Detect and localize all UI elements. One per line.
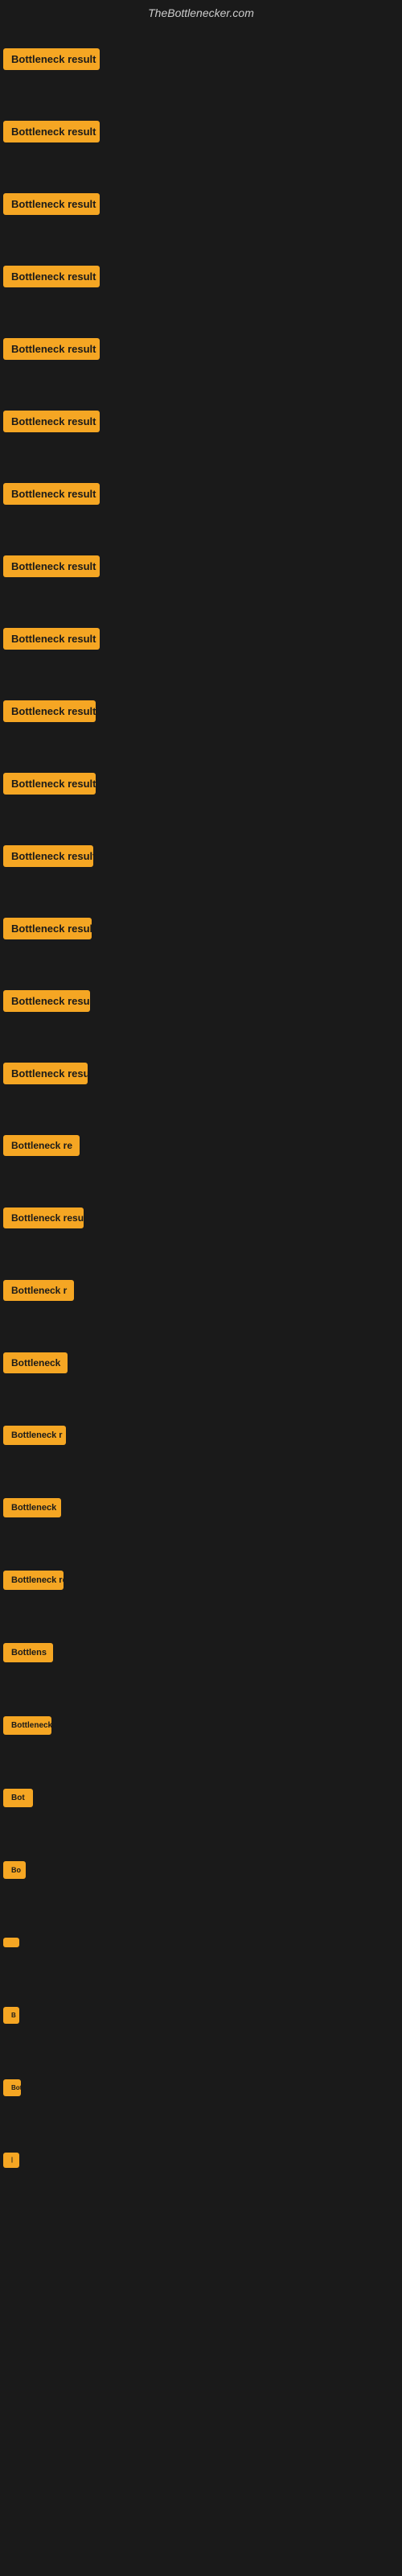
list-item: Bottleneck result	[0, 23, 402, 95]
bottleneck-badge[interactable]: Bottleneck result	[3, 121, 100, 142]
list-item: Bo	[0, 1834, 402, 1906]
bottleneck-badge[interactable]: Bott	[3, 2079, 21, 2096]
bottleneck-badge[interactable]: Bottleneck result	[3, 990, 90, 1012]
bottleneck-badge[interactable]: Bottleneck result	[3, 1208, 84, 1228]
list-item: Bottleneck res	[0, 1544, 402, 1616]
list-item: Bottlens	[0, 1616, 402, 1689]
list-item: Bottleneck r	[0, 1399, 402, 1472]
bottleneck-badge[interactable]: Bottleneck r	[3, 1280, 74, 1301]
list-item: Bottleneck result	[0, 964, 402, 1037]
list-item: Bottleneck result	[0, 892, 402, 964]
list-item: Bottleneck	[0, 1689, 402, 1761]
bottleneck-badge[interactable]: Bottleneck re	[3, 1135, 80, 1156]
bottleneck-badge[interactable]: |	[3, 2153, 19, 2168]
bottleneck-list: Bottleneck result Bottleneck result Bottle…	[0, 23, 402, 2196]
list-item: Bottleneck result	[0, 385, 402, 457]
bottleneck-badge[interactable]: Bottleneck result	[3, 918, 92, 939]
list-item: Bottleneck	[0, 1327, 402, 1399]
bottleneck-badge[interactable]: Bottleneck result	[3, 338, 100, 360]
bottleneck-badge[interactable]: Bo	[3, 1861, 26, 1879]
bottleneck-badge[interactable]: Bottleneck result	[3, 700, 96, 722]
bottleneck-badge[interactable]: Bottleneck	[3, 1352, 68, 1373]
bottleneck-badge[interactable]: Bottleneck	[3, 1498, 61, 1517]
bottleneck-badge[interactable]: Bottleneck result	[3, 266, 100, 287]
bottleneck-badge[interactable]: Bottleneck r	[3, 1426, 66, 1445]
list-item: Bottleneck result	[0, 457, 402, 530]
bottleneck-badge[interactable]: Bottleneck res	[3, 1571, 64, 1590]
site-title-bar: TheBottlenecker.com	[0, 0, 402, 23]
bottleneck-badge[interactable]: Bottleneck result	[3, 845, 93, 867]
list-item: Bottleneck r	[0, 1254, 402, 1327]
list-item: Bottleneck result	[0, 675, 402, 747]
bottleneck-badge[interactable]: Bottleneck result	[3, 1063, 88, 1084]
bottleneck-badge[interactable]: Bot	[3, 1789, 33, 1807]
list-item: |	[0, 2124, 402, 2196]
list-item: Bott	[0, 2051, 402, 2124]
list-item	[0, 1906, 402, 1979]
list-item: Bottleneck	[0, 1472, 402, 1544]
list-item: B	[0, 1979, 402, 2051]
bottleneck-badge[interactable]: Bottleneck result	[3, 193, 100, 215]
bottleneck-badge[interactable]: Bottleneck result	[3, 411, 100, 432]
list-item: Bottleneck result	[0, 312, 402, 385]
bottleneck-badge[interactable]	[3, 1938, 19, 1947]
bottleneck-badge[interactable]: B	[3, 2007, 19, 2024]
list-item: Bottleneck result	[0, 530, 402, 602]
list-item: Bottleneck result	[0, 1182, 402, 1254]
list-item: Bottleneck result	[0, 1037, 402, 1109]
bottleneck-badge[interactable]: Bottlens	[3, 1643, 53, 1662]
list-item: Bottleneck result	[0, 167, 402, 240]
list-item: Bottleneck re	[0, 1109, 402, 1182]
site-title: TheBottlenecker.com	[0, 0, 402, 23]
list-item: Bottleneck result	[0, 602, 402, 675]
list-item: Bottleneck result	[0, 747, 402, 819]
bottleneck-badge[interactable]: Bottleneck	[3, 1716, 51, 1735]
bottleneck-badge[interactable]: Bottleneck result	[3, 483, 100, 505]
list-item: Bottleneck result	[0, 819, 402, 892]
bottleneck-badge[interactable]: Bottleneck result	[3, 628, 100, 650]
list-item: Bottleneck result	[0, 240, 402, 312]
bottleneck-badge[interactable]: Bottleneck result	[3, 48, 100, 70]
list-item: Bot	[0, 1761, 402, 1834]
list-item: Bottleneck result	[0, 95, 402, 167]
bottleneck-badge[interactable]: Bottleneck result	[3, 773, 96, 795]
bottleneck-badge[interactable]: Bottleneck result	[3, 555, 100, 577]
